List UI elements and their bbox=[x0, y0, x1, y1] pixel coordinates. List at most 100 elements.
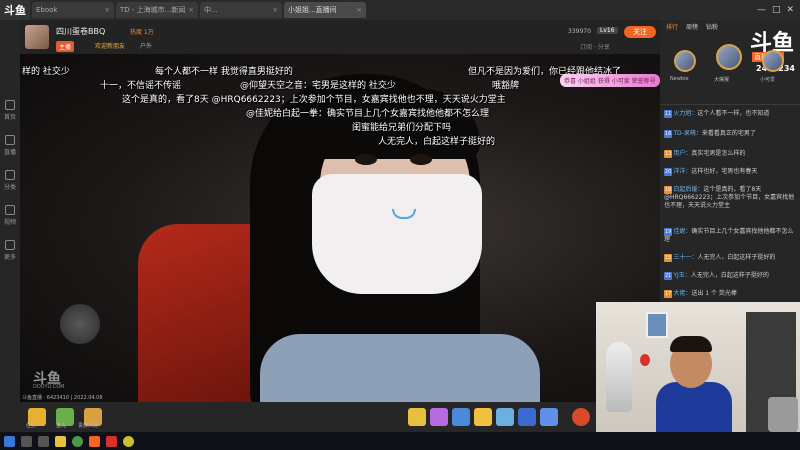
danmu-comment: 十一，不信谣不传谣 bbox=[100, 81, 182, 91]
danmu-comment: 这个是真的，看了8天 @HRQ6662223；上次参加个节目，女嘉宾找他也不理，… bbox=[122, 95, 506, 105]
streamer-eye bbox=[355, 154, 377, 165]
chat-divider bbox=[660, 104, 800, 105]
danmu-comment: 人无完人，白起这样子挺好的 bbox=[378, 137, 496, 147]
danmu-comment: 每个人都不一样 我觉得直男挺好的 bbox=[155, 67, 293, 77]
gift-label: 贵族入场 bbox=[78, 423, 99, 429]
rank-name: 大嘴猴 bbox=[714, 77, 730, 83]
left-nav: 首页 直播 分类 视频 更多 bbox=[0, 20, 20, 432]
gift-item-icon[interactable] bbox=[474, 408, 492, 426]
douyu-icon[interactable] bbox=[89, 435, 100, 447]
chat-message: 11 火力旭：这个人看不一样，也不知道 bbox=[664, 110, 770, 118]
wall-picture bbox=[646, 312, 668, 338]
browser-tab[interactable]: TD - 上海城市...新闻 × bbox=[116, 2, 198, 18]
browser-tab-active[interactable]: 小姐姐...直播间 × bbox=[284, 2, 366, 18]
gift-item-icon[interactable] bbox=[518, 408, 536, 426]
room-header: 四川蛋卷BBQ 热度 1万 主播 欢迎新朋友 户外 339970 Lv16 订阅… bbox=[20, 20, 660, 54]
noble-banner: 恭喜 小姐姐 获得 小可爱 荣誉称号 bbox=[560, 74, 660, 87]
rank-name: 小可爱 bbox=[760, 77, 776, 83]
taskview-icon[interactable] bbox=[38, 435, 49, 447]
gift-item-icon[interactable] bbox=[540, 408, 558, 426]
close-tab-icon[interactable]: × bbox=[356, 6, 362, 14]
person-hair bbox=[670, 336, 712, 352]
streamer-tag: 主播 bbox=[56, 41, 75, 52]
maximize-button[interactable]: □ bbox=[772, 5, 781, 15]
chat-message: 16 TD-呆萌：来看看真正的宅男了 bbox=[664, 130, 756, 138]
explorer-icon[interactable] bbox=[55, 435, 66, 447]
gift-item-icon[interactable] bbox=[408, 408, 426, 426]
nav-category[interactable]: 分类 bbox=[4, 170, 16, 191]
streamer-avatar[interactable] bbox=[25, 25, 49, 49]
fire-icon[interactable] bbox=[572, 408, 590, 426]
gift-item-icon[interactable] bbox=[452, 408, 470, 426]
face-mask bbox=[312, 174, 482, 294]
home-icon bbox=[4, 100, 15, 110]
nav-more[interactable]: 更多 bbox=[4, 240, 16, 261]
chair bbox=[768, 397, 798, 432]
room-title: 四川蛋卷BBQ bbox=[56, 27, 106, 36]
room-actions[interactable]: 订阅 · 分享 bbox=[580, 42, 610, 51]
close-tab-icon[interactable]: × bbox=[188, 6, 194, 14]
viewer-count: 339970 bbox=[568, 28, 591, 35]
more-icon bbox=[4, 240, 15, 250]
danmu-comment: @佳妮给白起一拳：确实节目上几个女嘉宾找他他都不怎么理 bbox=[246, 109, 490, 119]
chat-message: 15 三十一：人无完人，白起这样子挺好的 bbox=[664, 254, 776, 262]
welcome-tag: 欢迎新朋友 bbox=[95, 43, 126, 50]
nav-home[interactable]: 首页 bbox=[4, 100, 16, 121]
close-window-button[interactable]: ✕ bbox=[786, 5, 794, 15]
rank-avatar[interactable] bbox=[674, 50, 696, 72]
rank-avatar[interactable] bbox=[762, 50, 784, 72]
chat-message: 17 大佬：送出 1 个 荧光棒 bbox=[664, 290, 737, 298]
app-logo[interactable]: 斗鱼 bbox=[0, 0, 30, 20]
tab-fans[interactable]: 钻粉 bbox=[706, 22, 718, 31]
rank-avatar[interactable] bbox=[716, 44, 742, 70]
danmu-comment: 哦豁牌 bbox=[492, 81, 520, 91]
rocket-toy bbox=[606, 342, 632, 412]
netease-icon[interactable] bbox=[106, 435, 117, 447]
background-lamp bbox=[60, 304, 100, 344]
room-id-line: 斗鱼直播 · 6423410 | 2022.04.08 bbox=[22, 395, 103, 401]
tab-rank[interactable]: 排行 bbox=[666, 22, 678, 31]
chat-message: 13 用户：真实宅男是怎么样的 bbox=[664, 150, 746, 158]
webcam-overlay bbox=[596, 302, 800, 432]
gift-label: 任务 bbox=[26, 423, 37, 429]
browser-tab-bar: 斗鱼 Ebook × TD - 上海城市...新闻 × 中... × 小姐姐...直播… bbox=[0, 0, 800, 20]
app-icon[interactable] bbox=[123, 435, 134, 447]
browser-tab[interactable]: 中... × bbox=[200, 2, 282, 18]
chat-message: 19 佳妮：确实节目上几个女嘉宾找他他都不怎么理 bbox=[664, 228, 794, 243]
douyu-watermark-sub: DOUYU.COM bbox=[33, 384, 65, 390]
gift-item-icon[interactable] bbox=[496, 408, 514, 426]
chrome-icon[interactable] bbox=[72, 435, 83, 447]
nav-video[interactable]: 视频 bbox=[4, 205, 16, 226]
window-controls: — □ ✕ bbox=[757, 5, 800, 15]
chat-message: 18 白起后援：这个是真的，看了8天 @HRQ6662223；上次参加个节目，女嘉… bbox=[664, 186, 795, 209]
tab-week[interactable]: 周榜 bbox=[686, 22, 698, 31]
taskbar bbox=[0, 432, 800, 450]
person-body bbox=[656, 382, 732, 432]
streamer-eye bbox=[410, 154, 432, 165]
video-icon bbox=[4, 205, 15, 215]
category-tag[interactable]: 户外 bbox=[140, 41, 152, 50]
chat-panel: 排行 周榜 钻粉 斗鱼 直播间号 2411234 Newbie 大嘴猴 小可爱 … bbox=[660, 20, 800, 302]
browser-tab[interactable]: Ebook × bbox=[32, 2, 114, 18]
category-icon bbox=[4, 170, 15, 180]
gift-bar: 任务 鱼丸 贵族入场 bbox=[20, 402, 660, 432]
minimize-button[interactable]: — bbox=[757, 5, 766, 15]
close-tab-icon[interactable]: × bbox=[272, 6, 278, 14]
close-tab-icon[interactable]: × bbox=[104, 6, 110, 14]
follow-button[interactable]: 关注 bbox=[624, 26, 656, 38]
danmu-comment: 样的 社交少 bbox=[22, 67, 70, 77]
chat-message: 20 洋洋：这样也好，宅男也有春天 bbox=[664, 168, 758, 176]
live-icon bbox=[4, 135, 15, 145]
gift-item-icon[interactable] bbox=[430, 408, 448, 426]
nav-live[interactable]: 直播 bbox=[4, 135, 16, 156]
search-icon[interactable] bbox=[21, 435, 32, 447]
chat-message: 21 YJ玉：人无完人，白起这样子挺好的 bbox=[664, 272, 769, 280]
punching-ball bbox=[640, 354, 650, 366]
start-icon[interactable] bbox=[4, 435, 15, 447]
level-badge: Lv16 bbox=[597, 27, 618, 34]
rank-name: Newbie bbox=[670, 76, 689, 82]
gift-label: 鱼丸 bbox=[56, 423, 67, 429]
hot-value: 热度 1万 bbox=[130, 29, 154, 36]
streamer-shirt bbox=[260, 334, 540, 402]
danmu-comment: @仰望天空之音：宅男是这样的 社交少 bbox=[240, 81, 396, 91]
